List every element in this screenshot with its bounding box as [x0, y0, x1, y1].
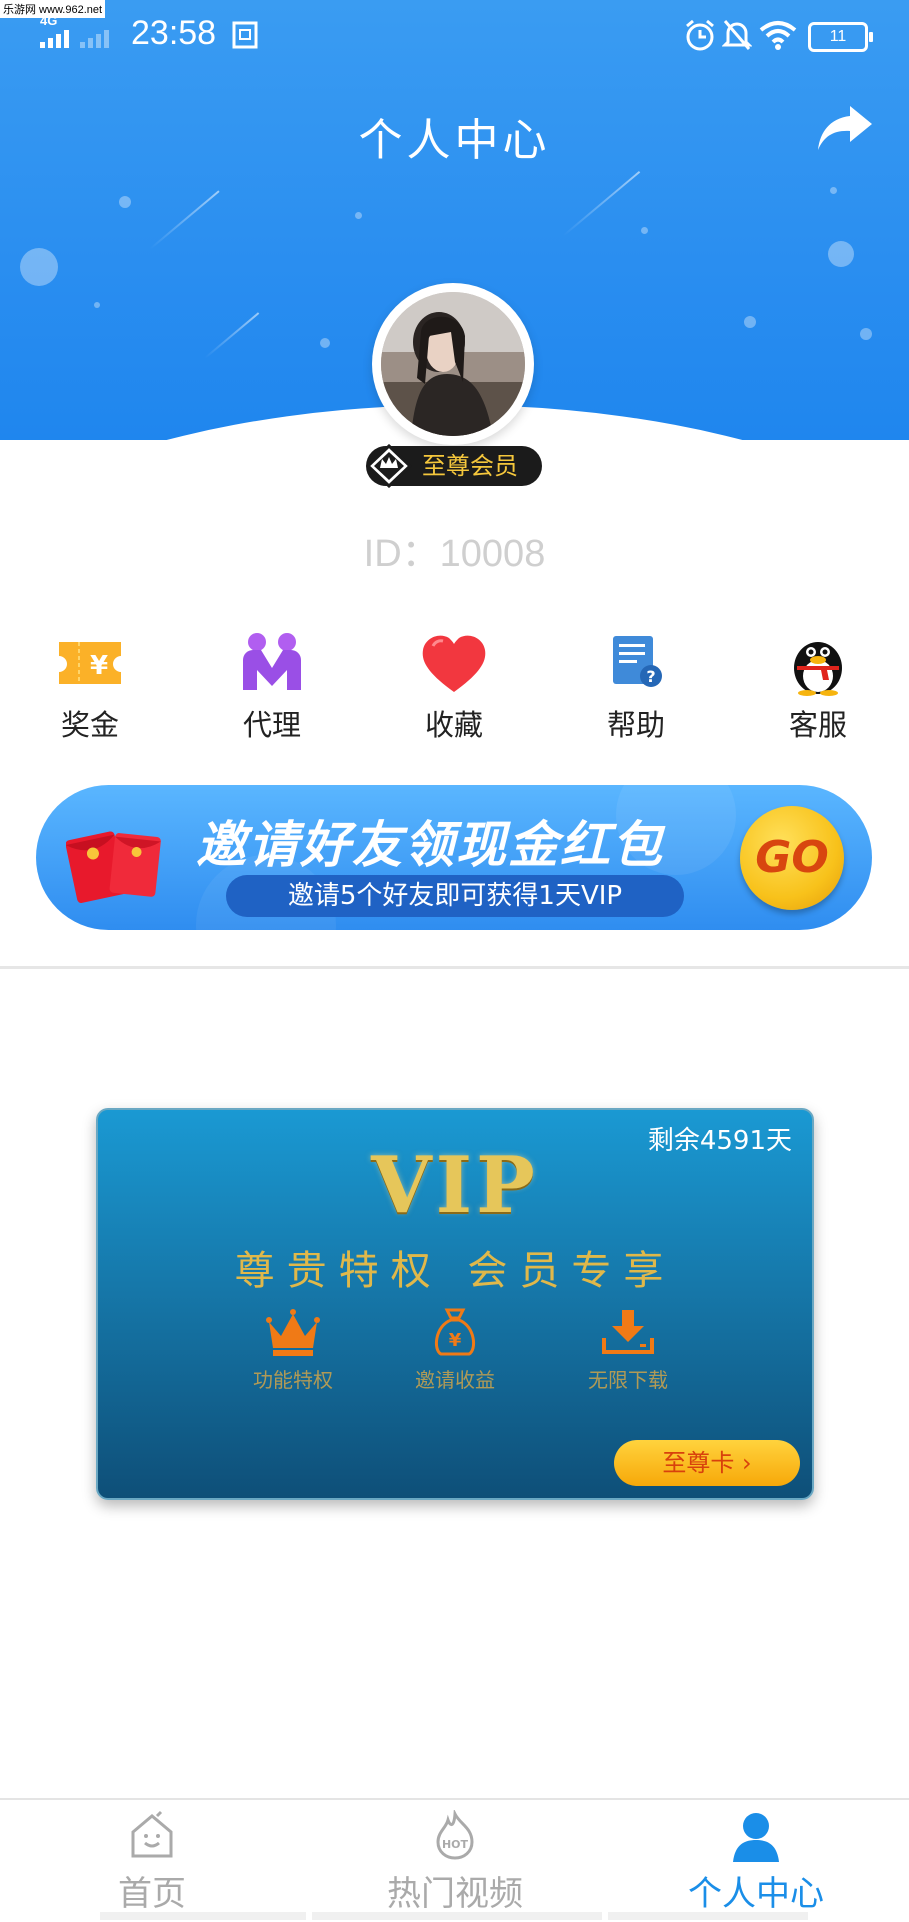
decor-dot: [355, 212, 362, 219]
vip-title: VIP: [371, 1140, 539, 1231]
nav-bottom-edge: [312, 1912, 602, 1920]
menu-item-agent[interactable]: 代理: [202, 630, 342, 744]
nav-label: 热门视频: [387, 1874, 523, 1914]
person-icon: [733, 1813, 779, 1862]
user-id: ID：10008: [363, 533, 546, 575]
vip-feature-unlimited-download: 无限下载: [553, 1306, 703, 1393]
menu-item-favorites[interactable]: 收藏: [384, 630, 524, 744]
decor-dot: [641, 227, 648, 234]
status-bar: 4G 23:58 11: [0, 0, 909, 70]
decor-streak: [204, 312, 260, 359]
decor-dot: [830, 187, 837, 194]
menu-item-bonus[interactable]: ¥ 奖金: [20, 630, 160, 744]
crown-icon: [266, 1309, 320, 1356]
svg-text:¥: ¥: [449, 1330, 462, 1351]
red-envelope-icon: [66, 831, 161, 903]
decor-dot: [828, 241, 854, 267]
decor-dot: [94, 302, 100, 308]
decor-dot: [860, 328, 872, 340]
home-icon: [131, 1810, 173, 1858]
nav-bottom-edge: [100, 1912, 306, 1920]
signal-icon: 4G: [40, 14, 109, 48]
vip-feature-privilege: 功能特权: [218, 1306, 368, 1393]
feature-label: 功能特权: [253, 1368, 333, 1392]
decor-streak: [562, 170, 641, 237]
avatar-photo: [381, 292, 525, 436]
badge-label: 至尊会员: [422, 452, 518, 480]
menu-label: 帮助: [606, 708, 665, 742]
invite-headline: 邀请好友领现金红包: [196, 816, 664, 874]
avatar-image: [381, 292, 525, 436]
diamond-crown-icon: [366, 444, 412, 488]
nav-profile[interactable]: 个人中心: [656, 1810, 856, 1915]
bottom-nav: 首页 HOT 热门视频 个人中心: [0, 1798, 909, 1922]
hot-icon: HOT: [436, 1808, 474, 1860]
help-document-icon: ?: [613, 636, 662, 687]
screenshot-icon: [232, 21, 258, 49]
bonus-ticket-icon: ¥: [59, 642, 121, 684]
vip-level-badge: 至尊会员: [366, 444, 542, 488]
feature-label: 邀请收益: [415, 1368, 495, 1392]
go-button[interactable]: GO: [740, 806, 844, 910]
svg-text:?: ?: [646, 667, 655, 686]
menu-item-help[interactable]: ? 帮助: [566, 630, 706, 744]
battery-icon: 11: [808, 22, 873, 52]
menu-label: 奖金: [60, 708, 119, 742]
menu-label: 代理: [242, 708, 301, 742]
nav-label: 首页: [118, 1874, 186, 1914]
decor-dot: [119, 196, 131, 208]
status-time: 23:58: [131, 14, 217, 52]
decor-dot: [20, 248, 58, 286]
decor-dot: [744, 316, 756, 328]
site-watermark: 乐游网 www.962.net: [0, 0, 106, 18]
feature-label: 无限下载: [588, 1368, 668, 1392]
decor-streak: [149, 190, 220, 250]
nav-home[interactable]: 首页: [52, 1810, 252, 1915]
vip-feature-invite-earnings: ¥ 邀请收益: [380, 1306, 530, 1393]
vip-card[interactable]: 剩余4591天 VIP 尊贵特权 会员专享 功能特权 ¥ 邀请收益 无限下载 至…: [96, 1108, 814, 1500]
mute-bell-icon: [722, 20, 752, 50]
money-bag-icon: ¥: [434, 1308, 476, 1356]
nav-bottom-edge: [608, 1912, 808, 1920]
page-title: 个人中心: [358, 115, 551, 166]
menu-label: 收藏: [424, 708, 483, 742]
agent-people-icon: [243, 633, 301, 690]
avatar[interactable]: [372, 283, 534, 445]
menu-item-support[interactable]: 客服: [748, 630, 888, 744]
svg-text:HOT: HOT: [442, 1838, 469, 1851]
svg-text:¥: ¥: [90, 651, 108, 681]
menu-label: 客服: [788, 708, 847, 742]
nav-hot-videos[interactable]: HOT 热门视频: [355, 1808, 555, 1915]
share-icon[interactable]: [816, 104, 874, 154]
alarm-icon: [686, 19, 714, 51]
invite-subline: 邀请5个好友即可获得1天VIP: [226, 875, 684, 917]
section-divider: [0, 966, 909, 969]
supreme-card-button[interactable]: 至尊卡 ›: [614, 1440, 800, 1486]
vip-subtitle: 尊贵特权 会员专享: [234, 1248, 676, 1294]
battery-level: 11: [829, 28, 847, 45]
qq-penguin-icon: [794, 642, 842, 696]
nav-label: 个人中心: [688, 1874, 824, 1914]
decor-dot: [320, 338, 330, 348]
heart-icon: [422, 635, 486, 692]
download-icon: [602, 1310, 654, 1354]
wifi-icon: [759, 21, 797, 50]
